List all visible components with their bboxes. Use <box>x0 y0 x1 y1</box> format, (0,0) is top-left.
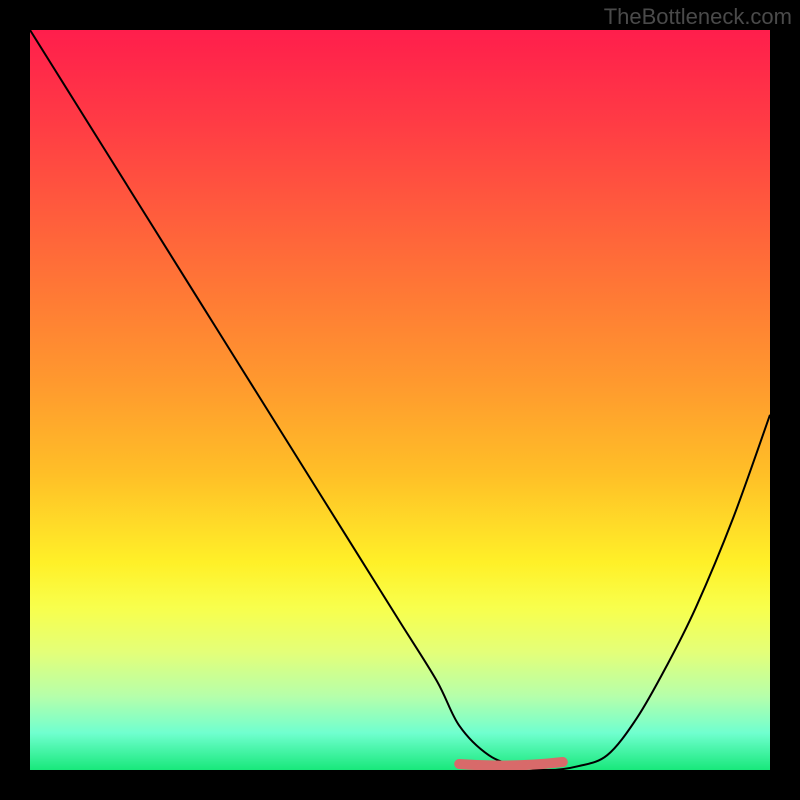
chart-container: TheBottleneck.com <box>0 0 800 800</box>
optimal-region-marker <box>459 762 563 766</box>
bottleneck-curve <box>30 30 770 770</box>
watermark-text: TheBottleneck.com <box>604 4 792 30</box>
plot-area <box>30 30 770 770</box>
plot-svg <box>30 30 770 770</box>
